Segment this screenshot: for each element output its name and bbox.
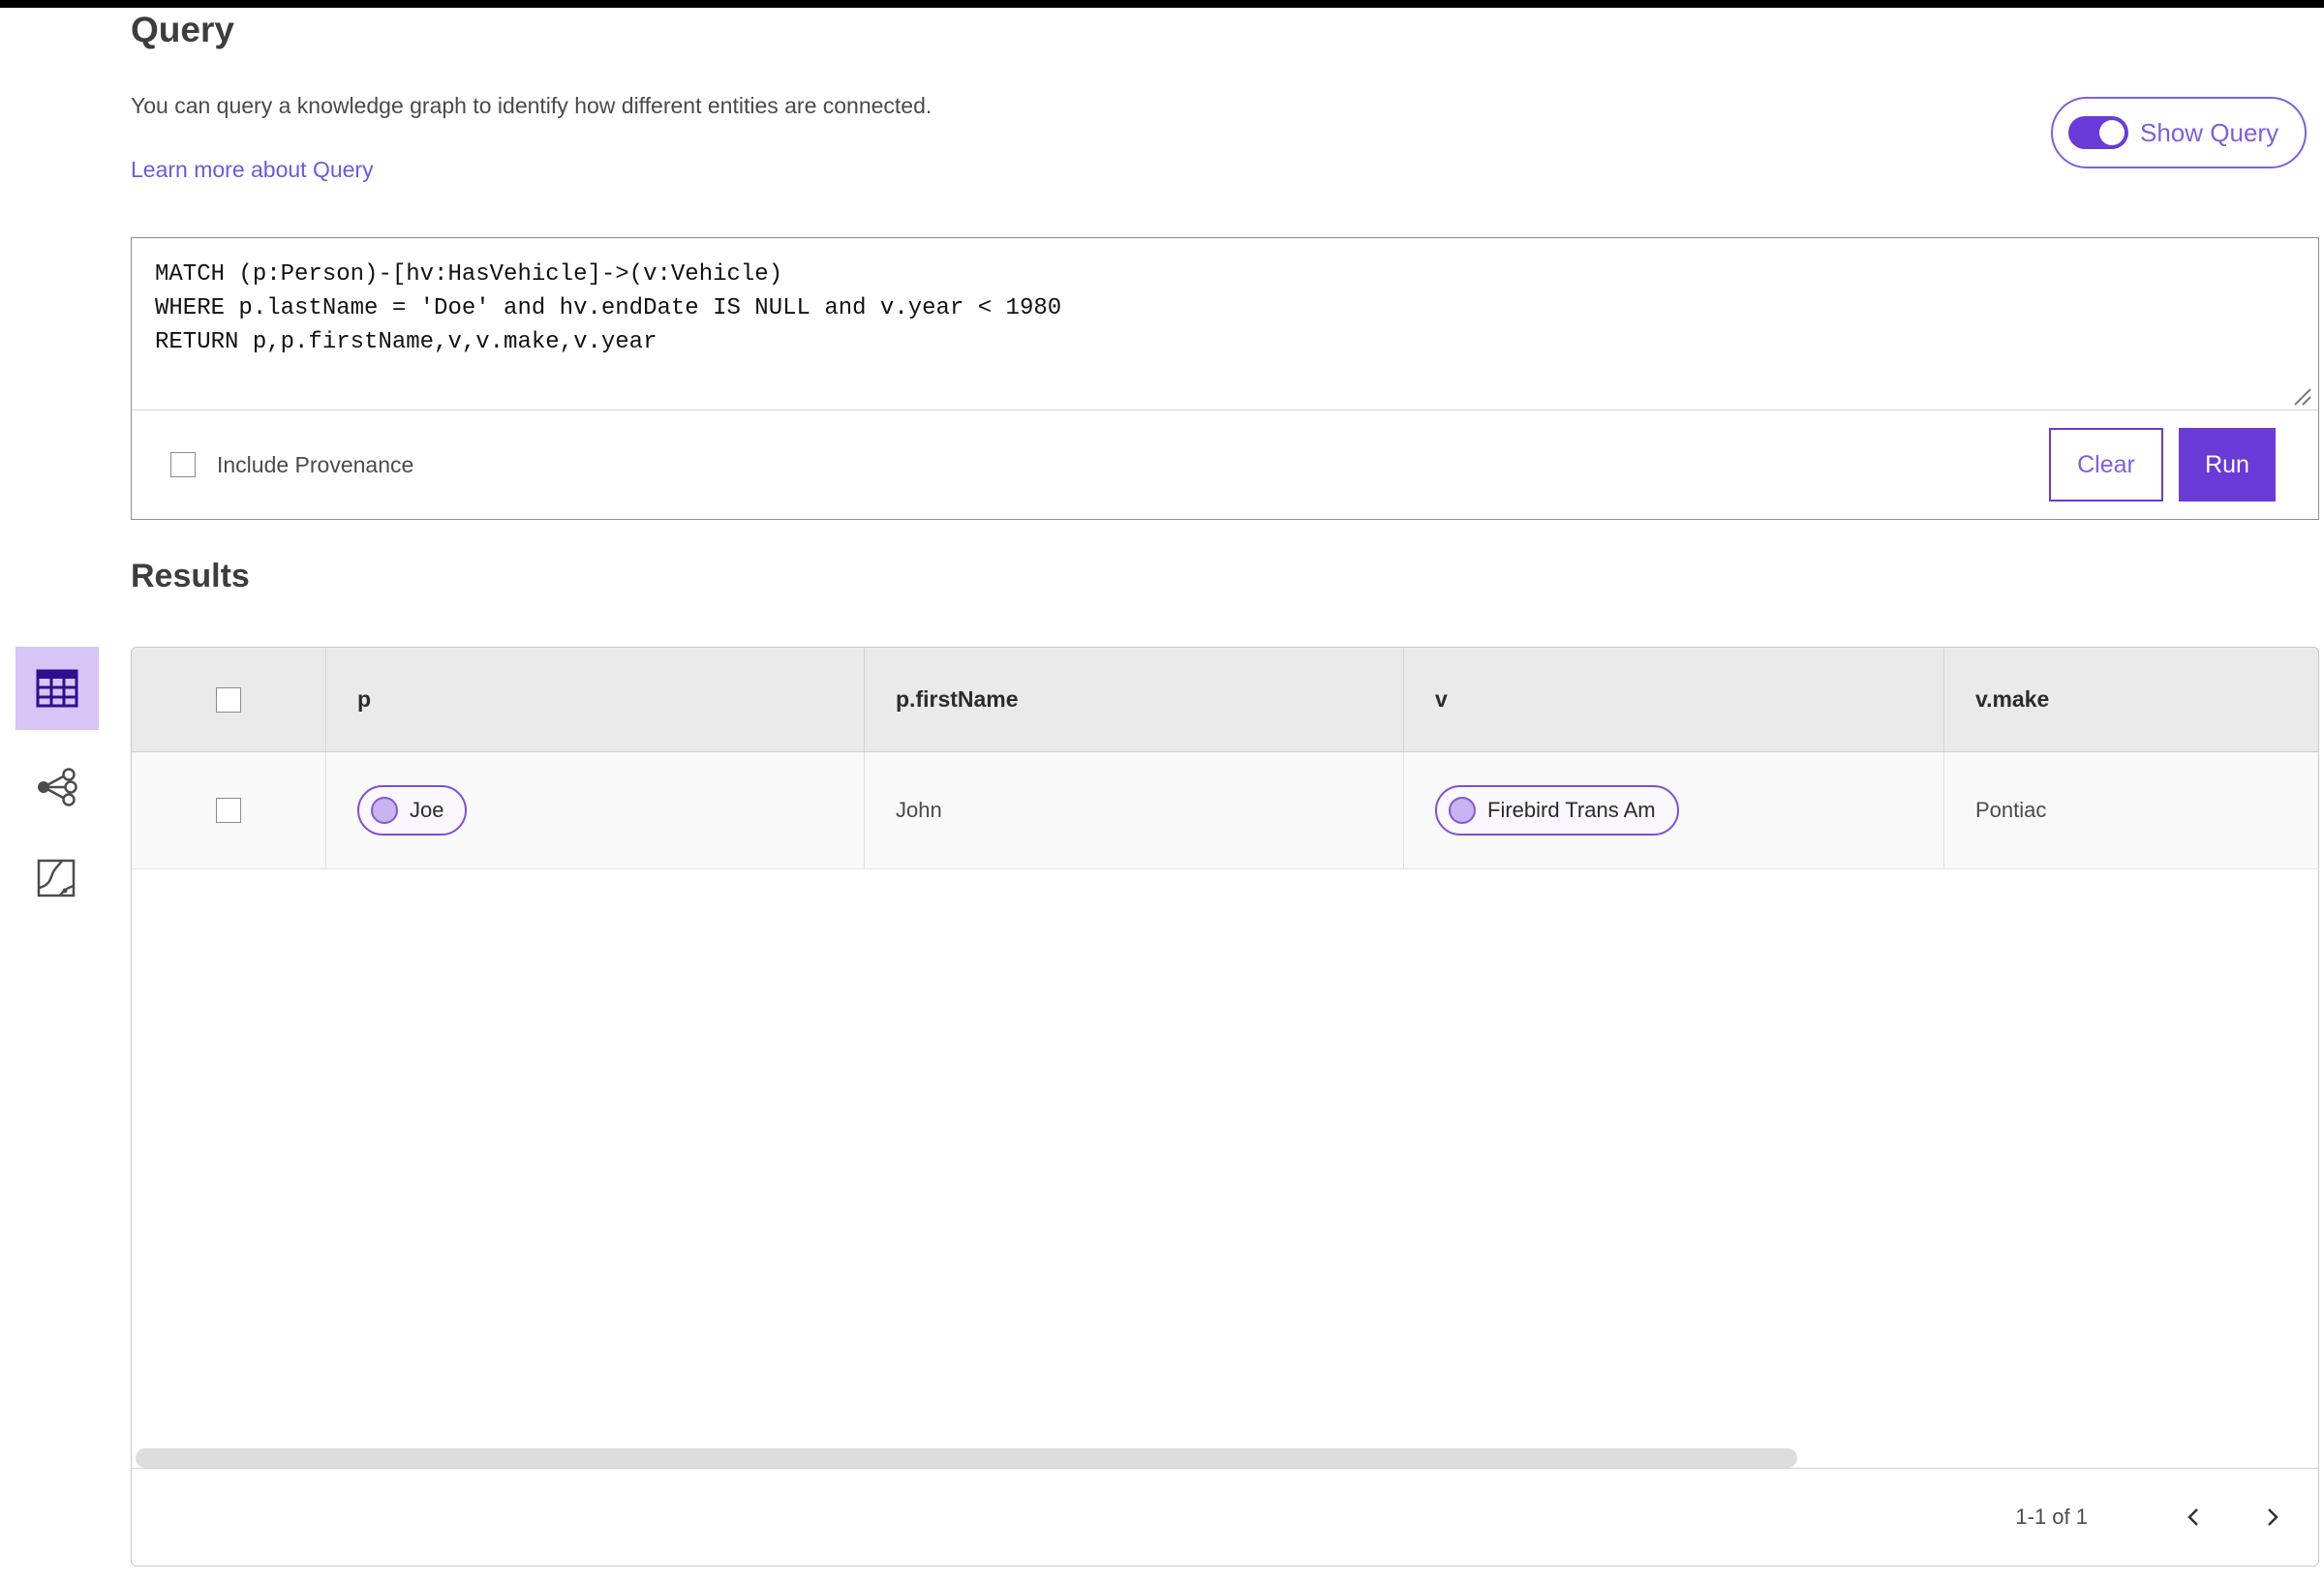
column-header-v: v <box>1403 648 1943 751</box>
entity-pill-label: Joe <box>410 798 444 822</box>
entity-pill-vehicle[interactable]: Firebird Trans Am <box>1435 785 1679 836</box>
query-page: Query You can query a knowledge graph to… <box>0 0 2324 1581</box>
clear-button[interactable]: Clear <box>2049 428 2163 502</box>
select-all-checkbox[interactable] <box>216 686 241 713</box>
learn-more-link[interactable]: Learn more about Query <box>131 157 374 183</box>
page-title: Query <box>131 10 234 49</box>
entity-pill-label: Firebird Trans Am <box>1487 798 1656 822</box>
chevron-right-icon <box>2268 1508 2278 1526</box>
resize-grip-icon[interactable] <box>2289 383 2312 407</box>
sidebar-item-link-chart-view[interactable] <box>32 763 80 811</box>
table-header-row: p p.firstName v v.make <box>132 648 2318 752</box>
entity-node-icon <box>371 797 398 824</box>
toggle-switch-icon[interactable] <box>2068 116 2128 149</box>
query-editor-footer: Include Provenance Clear Run <box>132 410 2318 519</box>
cell-p: Joe <box>325 752 864 868</box>
horizontal-scrollbar[interactable] <box>136 1448 1797 1468</box>
column-header-v-make: v.make <box>1943 648 2318 751</box>
column-header-p: p <box>325 648 864 751</box>
query-buttons: Clear Run <box>2049 428 2276 502</box>
cell-v-make: Pontiac <box>1943 752 2318 868</box>
include-provenance-checkbox[interactable] <box>170 452 196 477</box>
cell-p-firstname: John <box>864 752 1403 868</box>
chevron-left-icon <box>2187 1508 2198 1526</box>
include-provenance-option[interactable]: Include Provenance <box>170 452 413 478</box>
link-chart-icon <box>38 768 77 806</box>
query-textarea[interactable]: MATCH (p:Person)-[hv:HasVehicle]->(v:Veh… <box>132 238 2318 410</box>
pagination-footer: 1-1 of 1 <box>132 1468 2318 1566</box>
show-query-label: Show Query <box>2140 117 2279 147</box>
cell-v: Firebird Trans Am <box>1403 752 1943 868</box>
next-page-button[interactable] <box>2250 1496 2293 1538</box>
page-description: You can query a knowledge graph to ident… <box>131 93 933 118</box>
entity-pill-person[interactable]: Joe <box>357 785 468 836</box>
top-border <box>0 0 2324 8</box>
row-checkbox-cell <box>132 752 325 868</box>
results-heading: Results <box>131 558 250 594</box>
sidebar-item-table-view[interactable] <box>15 647 99 730</box>
header-checkbox-cell <box>132 648 325 751</box>
query-editor: MATCH (p:Person)-[hv:HasVehicle]->(v:Veh… <box>131 237 2319 520</box>
toggle-knob <box>2099 120 2125 145</box>
pagination-range: 1-1 of 1 <box>2015 1505 2088 1529</box>
show-query-toggle[interactable]: Show Query <box>2051 97 2307 168</box>
table-icon <box>36 669 78 708</box>
sidebar-item-map-view[interactable] <box>32 854 80 902</box>
entity-node-icon <box>1449 797 1476 824</box>
row-checkbox[interactable] <box>216 798 241 823</box>
include-provenance-label: Include Provenance <box>217 451 414 477</box>
table-row: Joe John Firebird Trans Am Pontiac <box>132 752 2318 869</box>
map-icon <box>37 859 76 897</box>
results-panel: p p.firstName v v.make Joe John Firebird… <box>131 647 2319 1566</box>
previous-page-button[interactable] <box>2173 1496 2216 1538</box>
column-header-p-firstname: p.firstName <box>864 648 1403 751</box>
run-button[interactable]: Run <box>2179 428 2276 502</box>
